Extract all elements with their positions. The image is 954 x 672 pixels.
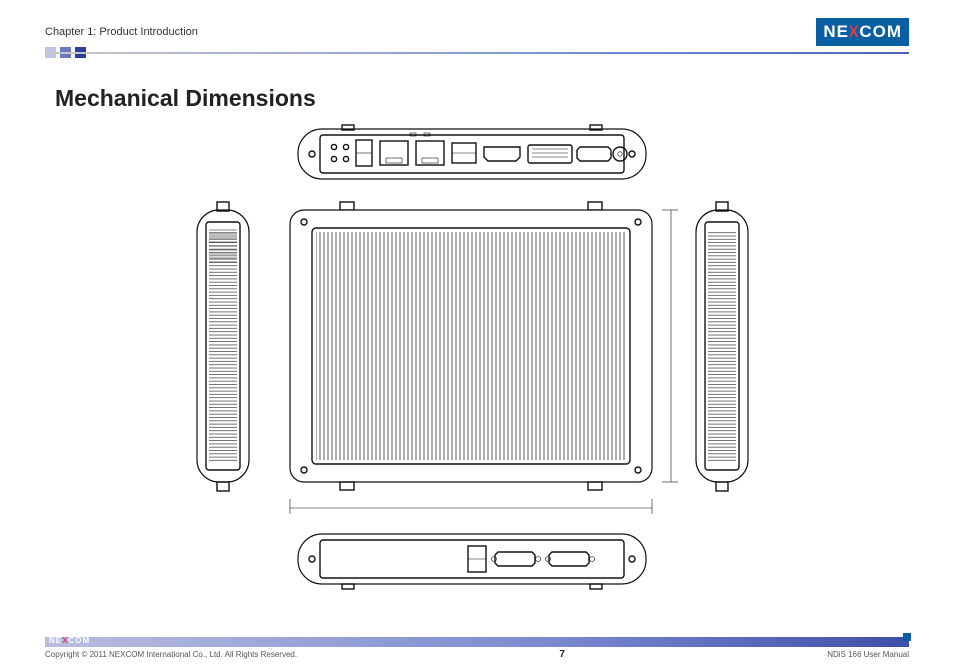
chapter-title: Chapter 1: Product Introduction — [45, 26, 198, 38]
header-rule — [45, 52, 909, 54]
footer-brand-logo: NEXCOM — [49, 636, 90, 645]
page-footer: NEXCOM Copyright © 2011 NEXCOM Internati… — [45, 637, 909, 660]
brand-logo: NEXCOM — [816, 18, 909, 46]
section-title: Mechanical Dimensions — [55, 85, 316, 112]
copyright-text: Copyright © 2011 NEXCOM International Co… — [45, 650, 297, 659]
doc-title: NDiS 166 User Manual — [827, 650, 909, 659]
page-number: 7 — [559, 649, 565, 660]
mechanical-drawings: .ln { fill:none; stroke:#111; stroke-wid… — [0, 120, 954, 595]
